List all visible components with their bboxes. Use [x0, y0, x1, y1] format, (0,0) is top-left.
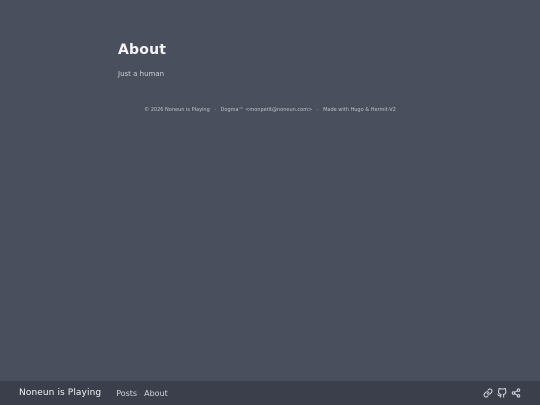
footer-credits: © 2026 Noneun is Playing · Dogma™ <monpe… — [0, 106, 540, 114]
author-link[interactable]: Dogma™ <monpetit@noneun.com> — [221, 107, 313, 113]
footer-separator: · — [214, 107, 216, 113]
footer-separator: · — [316, 107, 319, 113]
nav-icons — [483, 381, 521, 405]
bottom-navbar: Noneun is Playing Posts About — [0, 381, 540, 405]
link-icon[interactable] — [483, 388, 493, 398]
github-icon[interactable] — [497, 388, 507, 398]
site-title-link[interactable]: Noneun is Playing — [19, 388, 101, 398]
main-content: About Just a human — [118, 40, 428, 79]
nav-item-posts[interactable]: Posts — [116, 389, 137, 398]
share-icon[interactable] — [511, 388, 521, 398]
made-with-link[interactable]: Made with Hugo & Hermit-V2 — [323, 107, 396, 113]
page-title: About — [118, 42, 167, 58]
nav-item-about[interactable]: About — [144, 389, 168, 398]
nav-menu: Posts About — [116, 389, 168, 398]
copyright-text: © 2026 Noneun is Playing — [144, 107, 210, 113]
page-body-text: Just a human — [118, 70, 165, 78]
